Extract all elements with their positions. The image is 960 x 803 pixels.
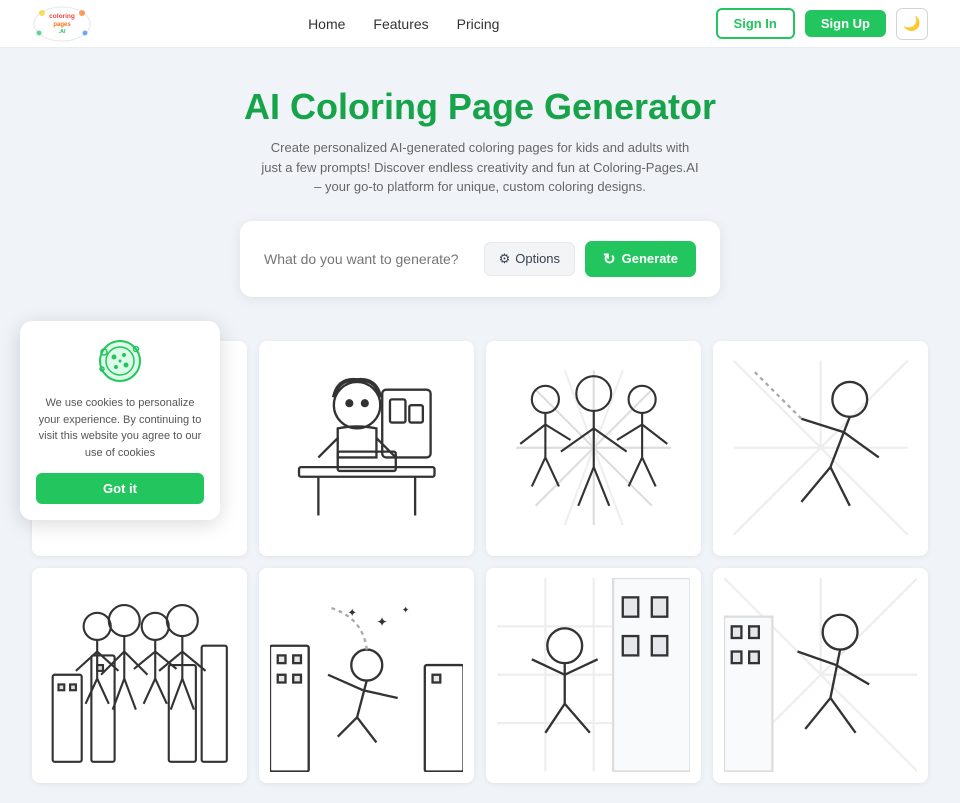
got-it-button[interactable]: Got it <box>36 473 204 504</box>
cookie-svg-icon <box>96 337 144 385</box>
nav-features[interactable]: Features <box>373 16 428 32</box>
svg-text:✦: ✦ <box>347 607 357 620</box>
cookie-icon-wrapper <box>36 337 204 385</box>
refresh-icon <box>603 250 616 268</box>
nav-home[interactable]: Home <box>308 16 345 32</box>
gallery-item[interactable] <box>486 568 701 783</box>
generator-box: Options Generate <box>240 221 720 297</box>
generator-input[interactable] <box>264 251 474 267</box>
hero-subtitle: Create personalized AI-generated colorin… <box>260 138 700 197</box>
gallery-item[interactable] <box>259 341 474 556</box>
nav-actions: Sign In Sign Up <box>716 8 928 40</box>
svg-text:.AI: .AI <box>58 29 66 35</box>
cookie-banner: We use cookies to personalize your exper… <box>20 321 220 520</box>
hero-title: AI Coloring Page Generator <box>20 86 940 128</box>
cookie-text: We use cookies to personalize your exper… <box>36 395 204 461</box>
svg-text:coloring: coloring <box>49 13 75 20</box>
gallery-item[interactable] <box>486 341 701 556</box>
gallery-item[interactable]: ✦ ✦ ✦ <box>259 568 474 783</box>
signin-button[interactable]: Sign In <box>716 8 795 39</box>
navbar: coloring pages .AI Home Features Pricing… <box>0 0 960 48</box>
generate-button[interactable]: Generate <box>585 241 696 277</box>
hero-section: AI Coloring Page Generator Create person… <box>0 48 960 321</box>
generate-label: Generate <box>622 251 678 266</box>
generator-input-row: Options Generate <box>264 241 696 277</box>
logo[interactable]: coloring pages .AI <box>32 5 92 43</box>
gallery-item[interactable] <box>32 568 247 783</box>
svg-text:✦: ✦ <box>376 615 388 630</box>
options-button[interactable]: Options <box>484 242 575 276</box>
gear-icon <box>499 251 511 267</box>
logo-svg: coloring pages .AI <box>32 5 92 43</box>
svg-text:✦: ✦ <box>401 605 409 616</box>
nav-pricing[interactable]: Pricing <box>457 16 500 32</box>
moon-icon <box>903 15 920 33</box>
svg-text:pages: pages <box>53 22 71 28</box>
nav-links: Home Features Pricing <box>308 16 499 32</box>
theme-toggle-button[interactable] <box>896 8 928 40</box>
options-label: Options <box>515 251 560 266</box>
gallery-item[interactable] <box>713 341 928 556</box>
gallery-item[interactable] <box>713 568 928 783</box>
signup-button[interactable]: Sign Up <box>805 10 886 37</box>
